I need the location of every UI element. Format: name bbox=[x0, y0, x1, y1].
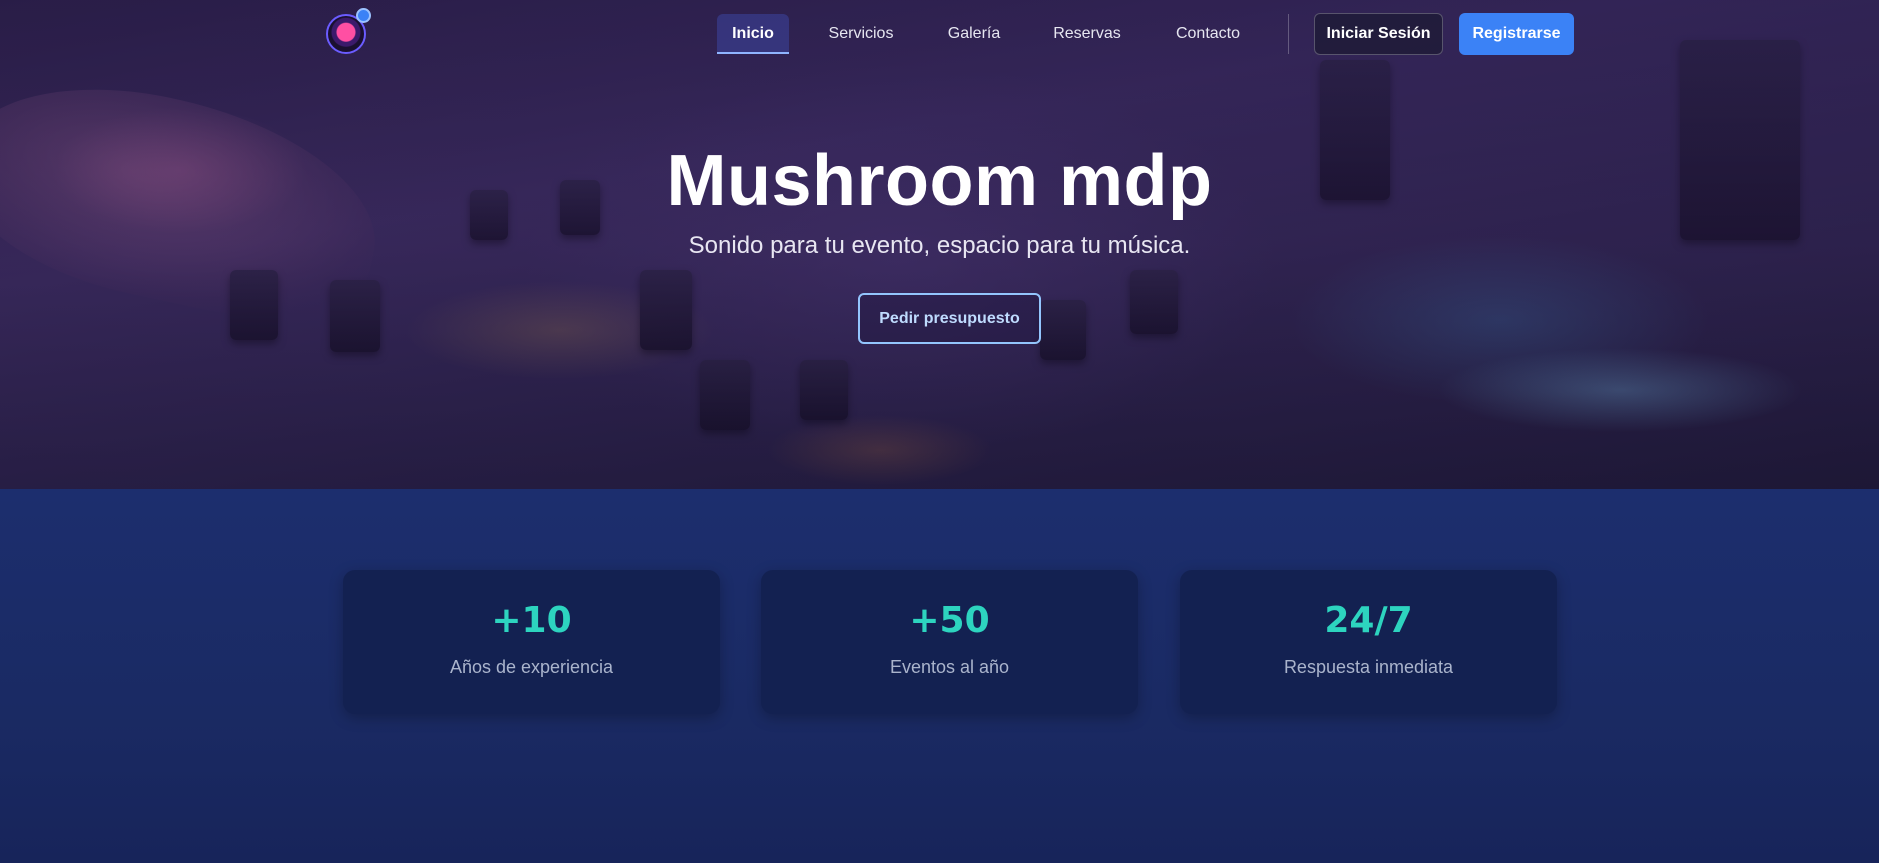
nav-link-galeria[interactable]: Galería bbox=[939, 14, 1009, 54]
stats-section: +10 Años de experiencia +50 Eventos al a… bbox=[0, 489, 1879, 863]
hero-section: Mushroom mdp Sonido para tu evento, espa… bbox=[0, 0, 1879, 489]
nav-link-servicios[interactable]: Servicios bbox=[818, 14, 904, 54]
stat-value: 24/7 bbox=[1324, 600, 1413, 641]
notification-dot-icon bbox=[356, 8, 371, 23]
register-button[interactable]: Registrarse bbox=[1459, 13, 1574, 55]
stat-card-experience: +10 Años de experiencia bbox=[343, 570, 720, 714]
nav-link-reservas[interactable]: Reservas bbox=[1049, 14, 1125, 54]
stat-card-response: 24/7 Respuesta inmediata bbox=[1180, 570, 1557, 714]
stat-label: Eventos al año bbox=[889, 657, 1010, 677]
nav-link-contacto[interactable]: Contacto bbox=[1168, 14, 1248, 54]
nav-link-inicio[interactable]: Inicio bbox=[717, 14, 789, 54]
stat-value: +10 bbox=[491, 600, 572, 641]
login-button[interactable]: Iniciar Sesión bbox=[1314, 13, 1443, 55]
top-navigation: Inicio Servicios Galería Reservas Contac… bbox=[0, 0, 1879, 68]
hero-title: Mushroom mdp bbox=[666, 141, 1213, 221]
stat-card-events: +50 Eventos al año bbox=[761, 570, 1138, 714]
request-quote-button[interactable]: Pedir presupuesto bbox=[858, 293, 1041, 344]
stat-value: +50 bbox=[909, 600, 990, 641]
stat-label: Años de experiencia bbox=[449, 657, 614, 677]
stat-label: Respuesta inmediata bbox=[1283, 657, 1454, 677]
hero-subtitle: Sonido para tu evento, espacio para tu m… bbox=[688, 232, 1191, 259]
nav-divider bbox=[1288, 14, 1289, 54]
